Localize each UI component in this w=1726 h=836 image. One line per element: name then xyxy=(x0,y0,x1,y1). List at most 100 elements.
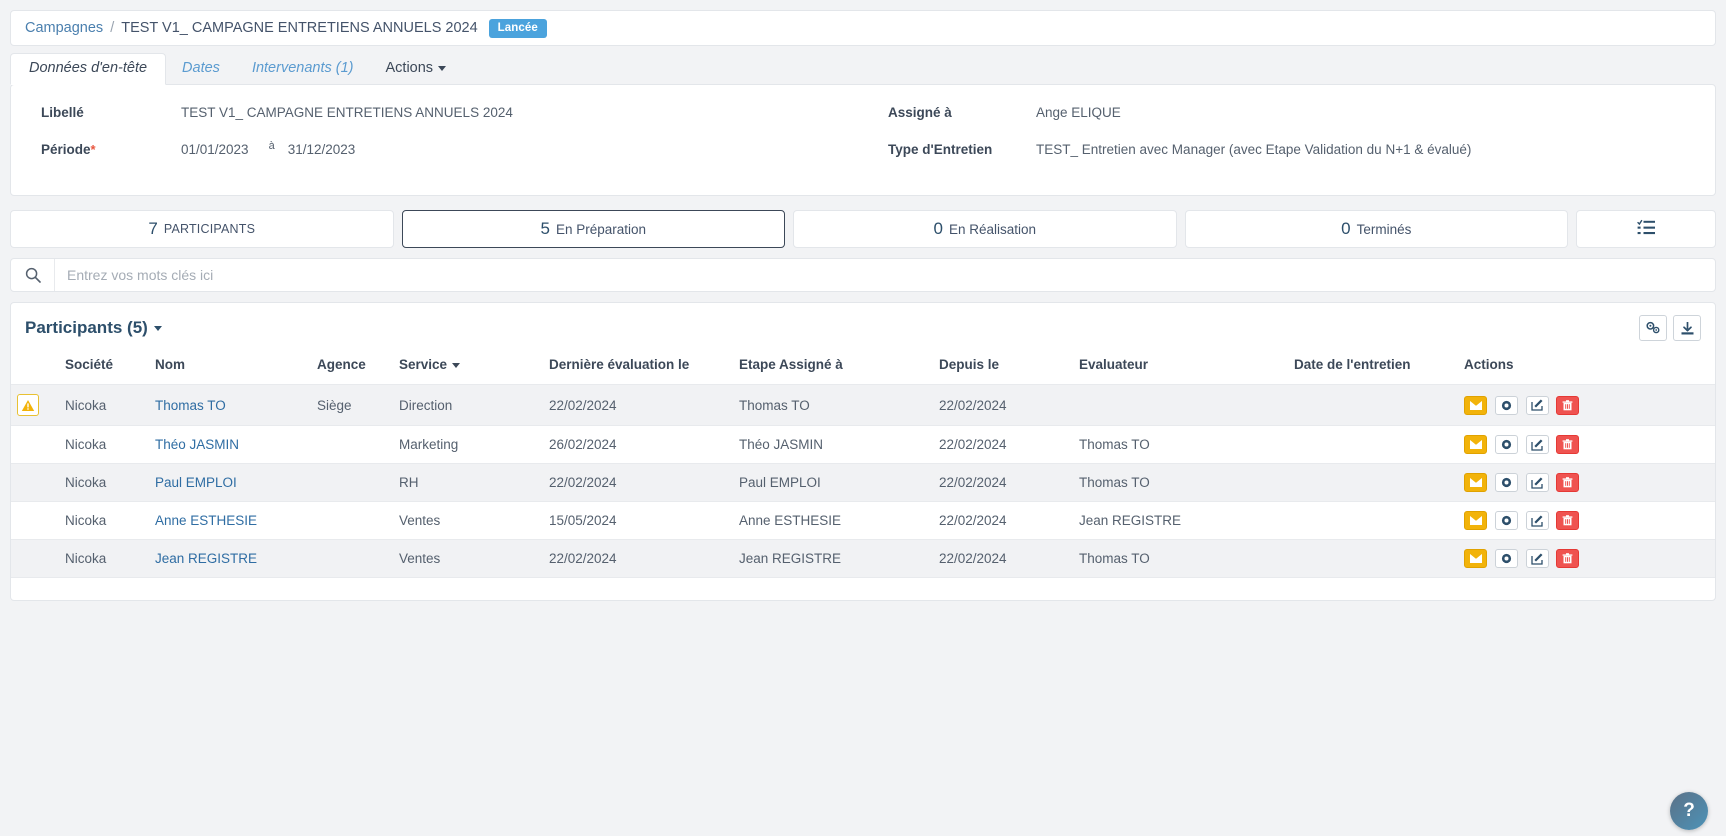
participant-link[interactable]: Jean REGISTRE xyxy=(155,551,257,566)
header-data-panel: Libellé TEST V1_ CAMPAGNE ENTRETIENS ANN… xyxy=(10,84,1716,196)
row-flag-cell xyxy=(11,425,59,464)
table-row[interactable]: Nicoka Paul EMPLOI RH 22/02/2024 Paul EM… xyxy=(11,463,1715,502)
col-flag xyxy=(11,351,59,385)
cell-evaluateur: Thomas TO xyxy=(1073,425,1288,464)
help-icon[interactable]: ? xyxy=(1670,792,1708,830)
warning-icon[interactable] xyxy=(17,394,39,416)
col-evaluateur[interactable]: Evaluateur xyxy=(1073,351,1288,385)
download-icon[interactable] xyxy=(1673,315,1701,341)
col-service[interactable]: Service xyxy=(393,351,543,385)
cell-agence: Siège xyxy=(311,384,393,426)
cell-etape-assigne: Paul EMPLOI xyxy=(733,463,933,502)
cell-nom[interactable]: Paul EMPLOI xyxy=(149,463,311,502)
cell-depuis-le: 22/02/2024 xyxy=(933,539,1073,578)
col-derniere-evaluation[interactable]: Dernière évaluation le xyxy=(543,351,733,385)
stat-participants-label: PARTICIPANTS xyxy=(163,222,256,236)
table-row[interactable]: Nicoka Théo JASMIN Marketing 26/02/2024 … xyxy=(11,425,1715,464)
cell-societe: Nicoka xyxy=(59,501,149,540)
participants-table-body: Nicoka Thomas TO Siège Direction 22/02/2… xyxy=(11,384,1715,578)
edit-icon[interactable] xyxy=(1525,395,1549,415)
stat-en-realisation-label: En Réalisation xyxy=(948,221,1037,237)
gears-settings-icon[interactable] xyxy=(1639,315,1667,341)
stat-card-termines[interactable]: 0 Terminés xyxy=(1184,210,1568,248)
mail-icon[interactable] xyxy=(1464,435,1487,454)
col-nom[interactable]: Nom xyxy=(149,351,311,385)
breadcrumb-root-link[interactable]: Campagnes xyxy=(25,20,103,36)
table-row[interactable]: Nicoka Jean REGISTRE Ventes 22/02/2024 J… xyxy=(11,539,1715,578)
participants-table: Société Nom Agence Service Dernière éval… xyxy=(11,351,1715,578)
cell-service: RH xyxy=(393,463,543,502)
cell-depuis-le: 22/02/2024 xyxy=(933,384,1073,426)
field-libelle: Libellé TEST V1_ CAMPAGNE ENTRETIENS ANN… xyxy=(41,105,868,120)
tab-intervenants[interactable]: Intervenants (1) xyxy=(236,54,370,84)
cell-service: Ventes xyxy=(393,501,543,540)
header-col-right: Assigné à Ange ELIQUE Type d'Entretien T… xyxy=(868,105,1715,195)
edit-icon[interactable] xyxy=(1525,473,1549,492)
col-date-entretien[interactable]: Date de l'entretien xyxy=(1288,351,1458,385)
participant-link[interactable]: Paul EMPLOI xyxy=(155,475,237,490)
trash-icon[interactable] xyxy=(1556,473,1580,492)
field-libelle-label: Libellé xyxy=(41,105,84,120)
tab-actions-menu[interactable]: Actions xyxy=(370,54,463,84)
eye-icon[interactable] xyxy=(1494,511,1518,530)
cell-derniere-evaluation: 26/02/2024 xyxy=(543,425,733,464)
cell-nom[interactable]: Anne ESTHESIE xyxy=(149,501,311,540)
search-input[interactable] xyxy=(55,259,1715,291)
cell-date-entretien xyxy=(1288,501,1458,540)
participant-link[interactable]: Anne ESTHESIE xyxy=(155,513,257,528)
cell-nom[interactable]: Théo JASMIN xyxy=(149,425,311,464)
edit-icon[interactable] xyxy=(1525,549,1549,568)
participant-link[interactable]: Théo JASMIN xyxy=(155,437,239,452)
cell-date-entretien xyxy=(1288,463,1458,502)
table-row[interactable]: Nicoka Thomas TO Siège Direction 22/02/2… xyxy=(11,384,1715,426)
mail-icon[interactable] xyxy=(1464,473,1487,492)
trash-icon[interactable] xyxy=(1556,435,1580,454)
cell-service: Ventes xyxy=(393,539,543,578)
stat-card-en-realisation[interactable]: 0 En Réalisation xyxy=(793,210,1177,248)
mail-icon[interactable] xyxy=(1464,395,1487,415)
cell-evaluateur: Jean REGISTRE xyxy=(1073,501,1288,540)
participants-title-text: Participants (5) xyxy=(25,318,148,337)
col-depuis-le[interactable]: Depuis le xyxy=(933,351,1073,385)
cell-service: Marketing xyxy=(393,425,543,464)
participants-title[interactable]: Participants (5) xyxy=(25,318,162,338)
edit-icon[interactable] xyxy=(1525,511,1549,530)
table-row[interactable]: Nicoka Anne ESTHESIE Ventes 15/05/2024 A… xyxy=(11,501,1715,540)
stat-card-en-preparation[interactable]: 5 En Préparation xyxy=(401,210,785,248)
cell-societe: Nicoka xyxy=(59,463,149,502)
cell-societe: Nicoka xyxy=(59,539,149,578)
stat-card-participants[interactable]: 7 PARTICIPANTS xyxy=(10,210,394,248)
status-badge: Lancée xyxy=(488,18,547,38)
mail-icon[interactable] xyxy=(1464,549,1487,568)
tab-donnees-en-tete[interactable]: Données d'en-tête xyxy=(10,53,167,85)
edit-icon[interactable] xyxy=(1525,435,1549,454)
row-flag-cell xyxy=(11,384,59,426)
col-agence[interactable]: Agence xyxy=(311,351,393,385)
participant-link[interactable]: Thomas TO xyxy=(155,398,226,413)
cell-evaluateur xyxy=(1073,384,1288,426)
stat-en-realisation-count: 0 xyxy=(933,219,943,238)
trash-icon[interactable] xyxy=(1556,549,1580,568)
eye-icon[interactable] xyxy=(1494,395,1518,415)
participants-table-head: Société Nom Agence Service Dernière éval… xyxy=(11,351,1715,385)
checklist-view-button[interactable] xyxy=(1576,210,1716,248)
field-periode-start[interactable]: 01/01/2023 xyxy=(181,142,249,157)
cell-nom[interactable]: Jean REGISTRE xyxy=(149,539,311,578)
eye-icon[interactable] xyxy=(1494,473,1518,492)
field-periode-end[interactable]: 31/12/2023 xyxy=(288,142,356,157)
eye-icon[interactable] xyxy=(1494,435,1518,454)
tab-dates[interactable]: Dates xyxy=(166,54,236,84)
mail-icon[interactable] xyxy=(1464,511,1487,530)
col-etape-assigne[interactable]: Etape Assigné à xyxy=(733,351,933,385)
cell-derniere-evaluation: 22/02/2024 xyxy=(543,384,733,426)
stat-en-preparation-count: 5 xyxy=(540,219,550,238)
field-periode: Période* 01/01/2023 à 31/12/2023 xyxy=(41,140,868,157)
eye-icon[interactable] xyxy=(1494,549,1518,568)
cell-service: Direction xyxy=(393,384,543,426)
trash-icon[interactable] xyxy=(1556,511,1580,530)
cell-actions xyxy=(1458,501,1715,540)
cell-nom[interactable]: Thomas TO xyxy=(149,384,311,426)
search-icon[interactable] xyxy=(11,259,55,291)
trash-icon[interactable] xyxy=(1556,395,1580,415)
col-societe[interactable]: Société xyxy=(59,351,149,385)
